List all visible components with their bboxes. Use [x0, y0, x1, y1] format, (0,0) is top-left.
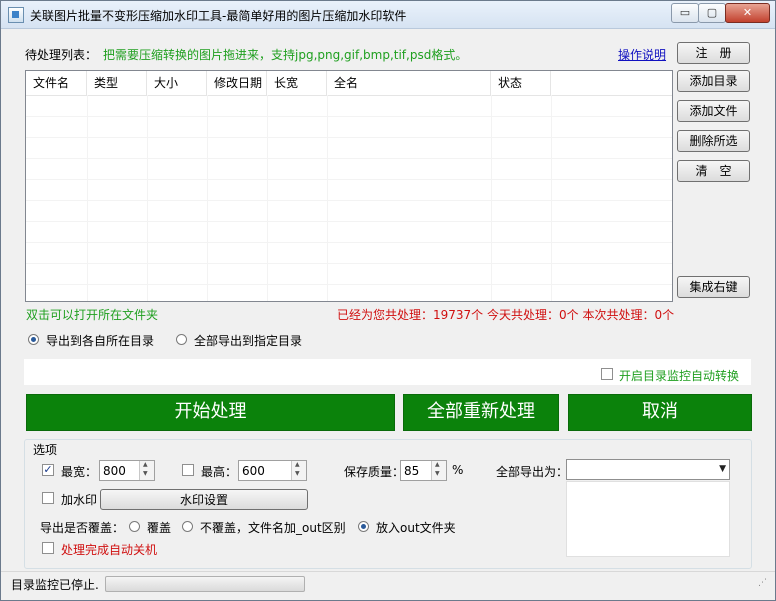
grid-row-line — [26, 179, 672, 180]
no-overwrite-radio[interactable] — [182, 521, 193, 532]
export-format-list[interactable] — [566, 481, 730, 557]
grid-column-line — [327, 95, 328, 301]
processing-stats: 已经为您共处理：19737个 今天共处理：0个 本次共处理：0个 — [337, 308, 675, 322]
resize-grip-icon[interactable]: ⋰ — [758, 578, 767, 588]
column-header[interactable]: 修改日期 — [207, 71, 267, 95]
add-file-button[interactable]: 添加文件 — [677, 100, 750, 122]
start-processing-button[interactable]: 开始处理 — [26, 394, 395, 431]
quality-unit: % — [452, 463, 464, 477]
stepper-arrows-icon[interactable] — [291, 461, 306, 480]
monitor-checkbox[interactable] — [601, 368, 613, 380]
overwrite-option-label: 覆盖 — [147, 521, 172, 535]
list-label: 待处理列表： — [25, 48, 98, 62]
grid-row-line — [26, 242, 672, 243]
export-to-own-dir-radio[interactable] — [28, 334, 39, 345]
grid-row-line — [26, 221, 672, 222]
app-icon — [8, 7, 24, 23]
max-width-checkbox[interactable]: ✓ — [42, 464, 54, 476]
close-icon: ✕ — [742, 6, 753, 19]
max-height-stepper[interactable]: 600 — [238, 460, 307, 481]
grid-column-line — [147, 95, 148, 301]
export-to-specified-dir-radio[interactable] — [176, 334, 187, 345]
grid-column-line — [207, 95, 208, 301]
app-window: 关联图片批量不变形压缩加水印工具-最简单好用的图片压缩加水印软件 ▭ ▢ ✕ 待… — [0, 0, 776, 601]
watermark-settings-button[interactable]: 水印设置 — [100, 489, 308, 510]
file-list[interactable]: 文件名 类型 大小 修改日期 长宽 全名 状态 — [25, 70, 673, 302]
grid-column-line — [267, 95, 268, 301]
column-header[interactable]: 长宽 — [267, 71, 327, 95]
max-height-checkbox[interactable] — [182, 464, 194, 476]
stepper-arrows-icon[interactable] — [431, 461, 446, 480]
quality-value: 85 — [404, 464, 420, 478]
export-to-own-dir-label: 导出到各自所在目录 — [46, 334, 155, 348]
watermark-label: 加水印 — [61, 493, 98, 507]
grid-column-line — [87, 95, 88, 301]
list-header: 文件名 类型 大小 修改日期 长宽 全名 状态 — [26, 71, 672, 96]
minimize-icon: ▭ — [679, 6, 691, 19]
overwrite-label: 导出是否覆盖： — [40, 521, 125, 535]
reprocess-all-button[interactable]: 全部重新处理 — [403, 394, 559, 431]
grid-row-line — [26, 284, 672, 285]
grid-row-line — [26, 200, 672, 201]
column-header[interactable]: 全名 — [327, 71, 491, 95]
options-title: 选项 — [33, 443, 58, 457]
status-text: 目录监控已停止. — [11, 578, 99, 592]
close-button[interactable]: ✕ — [725, 3, 770, 23]
export-all-label: 全部导出为： — [496, 465, 569, 479]
quality-label: 保存质量： — [344, 465, 405, 479]
grid-column-line — [551, 95, 552, 301]
register-button[interactable]: 注 册 — [677, 42, 750, 64]
column-header[interactable]: 大小 — [147, 71, 207, 95]
no-overwrite-option-label: 不覆盖，文件名加_out区别 — [200, 521, 346, 535]
grid-row-line — [26, 116, 672, 117]
double-click-hint: 双击可以打开所在文件夹 — [26, 308, 159, 322]
status-bar: 目录监控已停止. ⋰ — [1, 571, 775, 594]
grid-column-line — [491, 95, 492, 301]
auto-shutdown-label: 处理完成自动关机 — [61, 543, 158, 557]
grid-row-line — [26, 263, 672, 264]
grid-row-line — [26, 158, 672, 159]
cancel-button[interactable]: 取消 — [568, 394, 752, 431]
restore-button[interactable]: ▢ — [698, 3, 726, 23]
title-bar: 关联图片批量不变形压缩加水印工具-最简单好用的图片压缩加水印软件 ▭ ▢ ✕ — [1, 1, 775, 29]
window-title: 关联图片批量不变形压缩加水印工具-最简单好用的图片压缩加水印软件 — [30, 9, 407, 23]
export-format-select[interactable]: ▼ — [566, 459, 730, 480]
max-height-label: 最高： — [201, 465, 238, 479]
quality-stepper[interactable]: 85 — [400, 460, 447, 481]
client-area: 待处理列表： 把需要压缩转换的图片拖进来，支持jpg,png,gif,bmp,t… — [9, 33, 767, 591]
column-header[interactable]: 类型 — [87, 71, 147, 95]
clear-button[interactable]: 清 空 — [677, 160, 750, 182]
chevron-down-icon[interactable]: ▼ — [719, 464, 726, 474]
max-width-stepper[interactable]: 800 — [99, 460, 155, 481]
out-folder-option-label: 放入out文件夹 — [376, 521, 456, 535]
max-width-value: 800 — [103, 464, 126, 478]
restore-icon: ▢ — [706, 6, 718, 19]
drop-hint: 把需要压缩转换的图片拖进来，支持jpg,png,gif,bmp,tif,psd格… — [103, 48, 468, 62]
max-width-label: 最宽： — [61, 465, 98, 479]
column-header[interactable]: 状态 — [491, 71, 551, 95]
column-header[interactable]: 文件名 — [26, 71, 87, 95]
monitor-label: 开启目录监控自动转换 — [619, 369, 740, 383]
out-folder-radio[interactable] — [358, 521, 369, 532]
delete-selected-button[interactable]: 删除所选 — [677, 130, 750, 152]
status-progress-bar — [105, 576, 305, 592]
max-height-value: 600 — [242, 464, 265, 478]
integrate-context-menu-button[interactable]: 集成右键 — [677, 276, 750, 298]
auto-shutdown-checkbox[interactable] — [42, 542, 54, 554]
add-directory-button[interactable]: 添加目录 — [677, 70, 750, 92]
help-link[interactable]: 操作说明 — [618, 46, 666, 63]
grid-row-line — [26, 137, 672, 138]
stepper-arrows-icon[interactable] — [139, 461, 154, 480]
watermark-checkbox[interactable] — [42, 492, 54, 504]
overwrite-radio[interactable] — [129, 521, 140, 532]
minimize-button[interactable]: ▭ — [671, 3, 699, 23]
export-to-specified-dir-label: 全部导出到指定目录 — [194, 334, 303, 348]
